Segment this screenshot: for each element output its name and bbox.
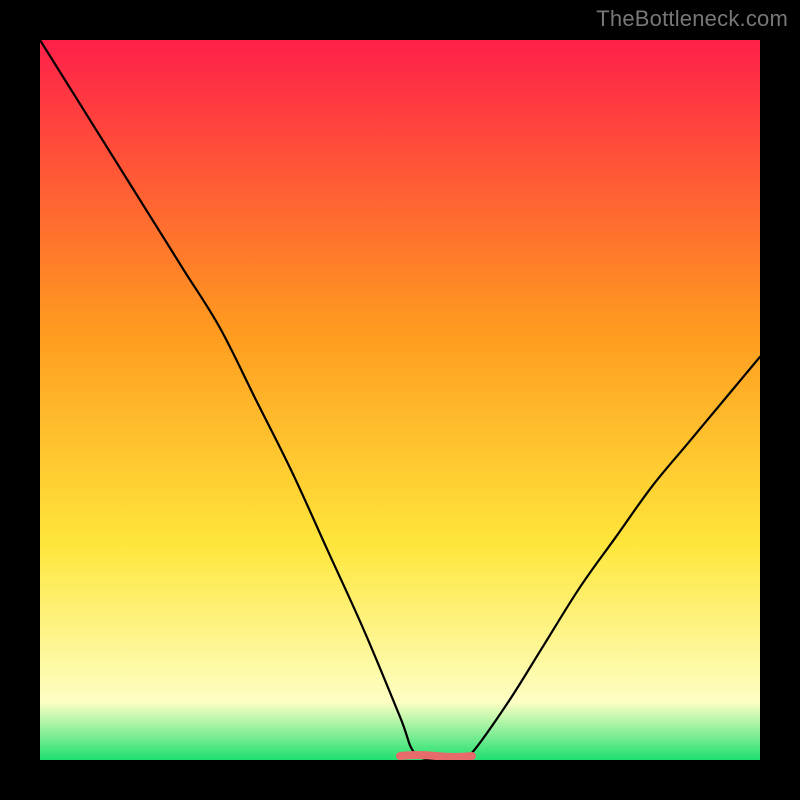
bottleneck-curve bbox=[40, 40, 760, 760]
watermark-text: TheBottleneck.com bbox=[596, 6, 788, 32]
plot-area bbox=[40, 40, 760, 760]
chart-frame: TheBottleneck.com bbox=[0, 0, 800, 800]
curve-layer bbox=[40, 40, 760, 760]
minimum-highlight bbox=[400, 755, 472, 757]
